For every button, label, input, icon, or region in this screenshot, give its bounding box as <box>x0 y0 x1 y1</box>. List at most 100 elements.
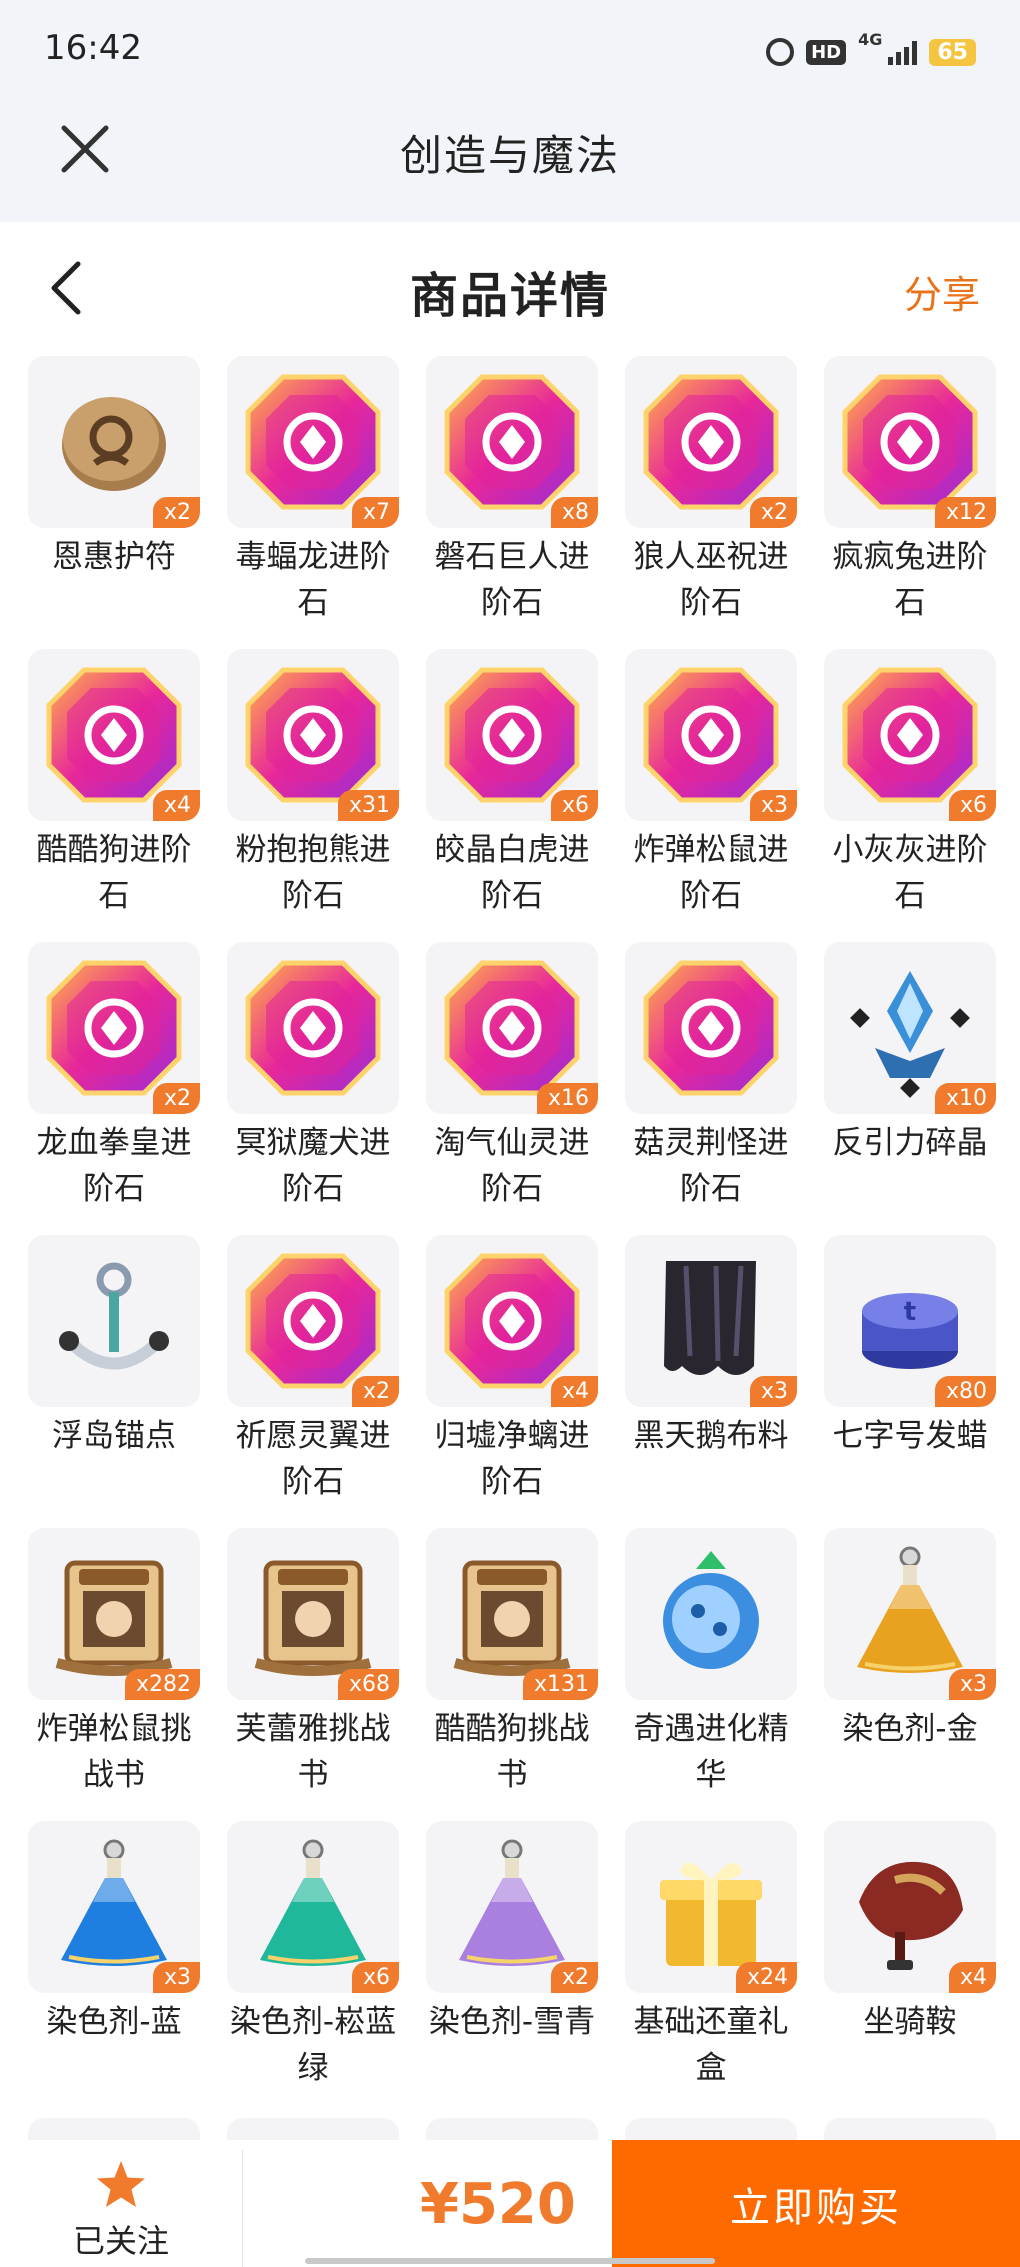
item-cell[interactable]: x7 毒蝠龙进阶石 <box>227 356 399 649</box>
quantity-badge: x10 <box>934 1083 996 1114</box>
item-card: x4 <box>426 1235 598 1407</box>
item-name: 染色剂-崧蓝绿 <box>229 2004 397 2086</box>
item-cell[interactable]: 冥狱魔犬进阶石 <box>227 942 399 1235</box>
item-cell[interactable]: x3 炸弹松鼠进阶石 <box>625 649 797 942</box>
anchor-icon <box>59 1262 169 1370</box>
follow-button[interactable]: 已关注 <box>0 2150 243 2267</box>
gem-icon <box>245 667 381 803</box>
item-card: x2 <box>426 1821 598 1993</box>
item-cell[interactable]: 浮岛锚点 <box>28 1235 200 1528</box>
quantity-badge: x6 <box>948 790 996 821</box>
page-nav: 商品详情 分享 <box>0 222 1020 350</box>
buy-now-button[interactable]: 立即购买 <box>612 2140 1020 2267</box>
quantity-badge: x24 <box>735 1962 797 1993</box>
item-name: 染色剂-蓝 <box>46 2004 182 2040</box>
quantity-badge: x6 <box>351 1962 399 1993</box>
quantity-badge: x31 <box>337 790 399 821</box>
item-cell[interactable]: x68 芙蕾雅挑战书 <box>227 1528 399 1821</box>
item-card <box>227 942 399 1114</box>
item-cell[interactable]: x131 酷酷狗挑战书 <box>426 1528 598 1821</box>
item-card: t x80 <box>824 1235 996 1407</box>
item-name: 黑天鹅布料 <box>633 1418 789 1454</box>
item-card: x3 <box>625 649 797 821</box>
item-cell[interactable]: x3 染色剂-金 <box>824 1528 996 1821</box>
item-name: 龙血拳皇进阶石 <box>36 1125 192 1207</box>
item-cell[interactable]: 奇遇进化精华 <box>625 1528 797 1821</box>
item-name: 疯疯兔进阶石 <box>832 539 988 621</box>
quantity-badge: x282 <box>124 1669 200 1700</box>
item-cell[interactable]: x282 炸弹松鼠挑战书 <box>28 1528 200 1821</box>
item-card: x6 <box>824 649 996 821</box>
app-title: 创造与魔法 <box>399 131 620 180</box>
item-cell[interactable]: 菇灵荆怪进阶石 <box>625 942 797 1235</box>
item-name: 菇灵荆怪进阶石 <box>633 1125 789 1207</box>
item-name: 芙蕾雅挑战书 <box>235 1711 391 1793</box>
gem-icon <box>643 960 779 1096</box>
crystal-icon <box>850 971 970 1098</box>
item-name: 奇遇进化精华 <box>633 1711 789 1793</box>
battery-icon: 65 <box>929 38 976 66</box>
item-card: x6 <box>426 649 598 821</box>
item-cell[interactable]: x12 疯疯兔进阶石 <box>824 356 996 649</box>
follow-label: 已关注 <box>72 2222 169 2260</box>
quantity-badge: x2 <box>749 497 797 528</box>
item-cell[interactable]: x3 黑天鹅布料 <box>625 1235 797 1528</box>
item-card <box>625 942 797 1114</box>
item-card: x6 <box>227 1821 399 1993</box>
share-button[interactable]: 分享 <box>904 264 980 319</box>
gem-icon <box>444 1253 580 1389</box>
quantity-badge: x68 <box>337 1669 399 1700</box>
item-name: 染色剂-金 <box>842 1711 978 1747</box>
item-grid: x2 恩惠护符 x7 毒蝠龙进阶石 x8 磐石巨人进阶石 x2 狼人巫祝进阶石 x12 疯… <box>28 356 998 2114</box>
item-card <box>625 1528 797 1700</box>
item-name: 坐骑鞍 <box>863 2004 957 2040</box>
item-card <box>28 1235 200 1407</box>
gem-icon <box>643 667 779 803</box>
item-cell[interactable]: x2 染色剂-雪青 <box>426 1821 598 2114</box>
quantity-badge: x80 <box>934 1376 996 1407</box>
status-bar: 16:42 HD 4G 65 <box>0 0 1020 100</box>
item-cell[interactable]: x4 归墟净螭进阶石 <box>426 1235 598 1528</box>
item-card: x4 <box>824 1821 996 1993</box>
scroll-icon <box>453 1560 571 1676</box>
potion-icon <box>61 1839 167 1966</box>
item-name: 祈愿灵翼进阶石 <box>235 1418 391 1500</box>
item-cell[interactable]: x2 恩惠护符 <box>28 356 200 649</box>
item-cell[interactable]: x4 坐骑鞍 <box>824 1821 996 2114</box>
item-cell[interactable]: t x80 七字号发蜡 <box>824 1235 996 1528</box>
quantity-badge: x12 <box>934 497 996 528</box>
item-cell[interactable]: x2 祈愿灵翼进阶石 <box>227 1235 399 1528</box>
bottom-bar: 已关注 ¥520 立即购买 <box>0 2140 1020 2267</box>
item-name: 粉抱抱熊进阶石 <box>235 832 391 914</box>
quantity-badge: x7 <box>351 497 399 528</box>
quantity-badge: x8 <box>550 497 598 528</box>
star-icon <box>97 2161 145 2207</box>
gem-icon <box>46 667 182 803</box>
status-time: 16:42 <box>44 28 142 68</box>
item-cell[interactable]: x8 磐石巨人进阶石 <box>426 356 598 649</box>
item-cell[interactable]: x6 皎晶白虎进阶石 <box>426 649 598 942</box>
item-card: x2 <box>625 356 797 528</box>
app-header: 创造与魔法 <box>0 100 1020 222</box>
quantity-badge: x4 <box>948 1962 996 1993</box>
item-cell[interactable]: x6 染色剂-崧蓝绿 <box>227 1821 399 2114</box>
item-cell[interactable]: x3 染色剂-蓝 <box>28 1821 200 2114</box>
item-cell[interactable]: x2 狼人巫祝进阶石 <box>625 356 797 649</box>
item-cell[interactable]: x6 小灰灰进阶石 <box>824 649 996 942</box>
item-cell[interactable]: x2 龙血拳皇进阶石 <box>28 942 200 1235</box>
item-cell[interactable]: x10 反引力碎晶 <box>824 942 996 1235</box>
quantity-badge: x2 <box>152 497 200 528</box>
item-cell[interactable]: x16 淘气仙灵进阶石 <box>426 942 598 1235</box>
page-title: 商品详情 <box>409 268 610 324</box>
gem-icon <box>444 960 580 1096</box>
alarm-icon <box>766 38 795 66</box>
gem-icon <box>444 667 580 803</box>
item-card: x10 <box>824 942 996 1114</box>
network-type: 4G <box>858 30 883 49</box>
item-name: 染色剂-雪青 <box>428 2004 596 2040</box>
gem-icon <box>643 374 779 510</box>
item-cell[interactable]: x31 粉抱抱熊进阶石 <box>227 649 399 942</box>
gem-icon <box>842 374 978 510</box>
item-cell[interactable]: x4 酷酷狗进阶石 <box>28 649 200 942</box>
item-cell[interactable]: x24 基础还童礼盒 <box>625 1821 797 2114</box>
